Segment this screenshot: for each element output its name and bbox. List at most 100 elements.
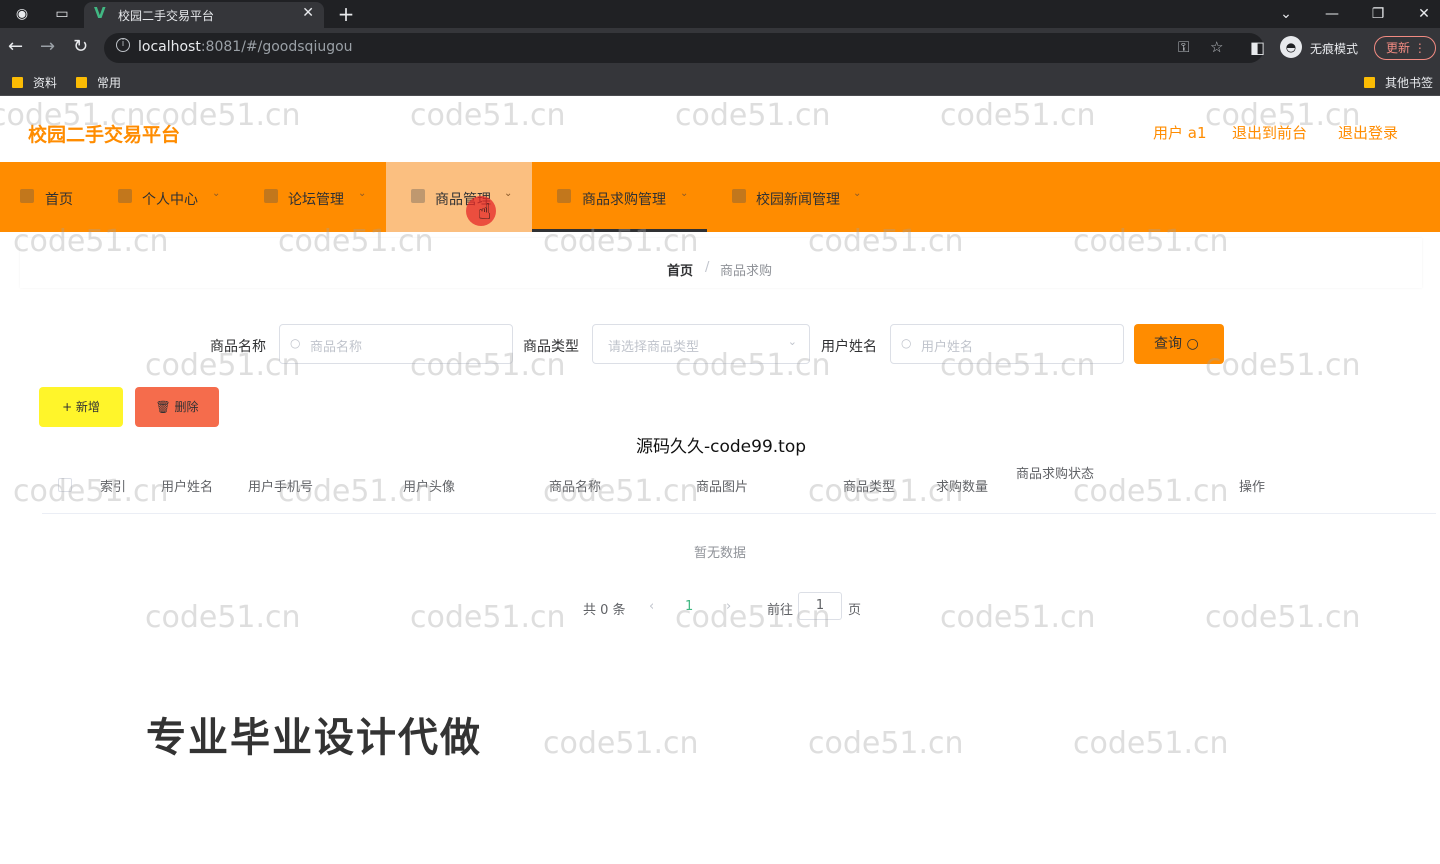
column-header-goods-image: 商品图片 [696,480,749,495]
column-header-index: 索引 [100,480,127,495]
sidebar-toggle-icon[interactable]: ◧ [1250,38,1265,57]
menu-item-purchase-request[interactable]: 商品求购管理 ⌄ [532,162,707,232]
new-tab-icon[interactable]: + [334,0,358,28]
column-header-user-phone: 用户手机号 [248,480,314,495]
select-all-checkbox[interactable] [58,478,72,492]
update-button[interactable]: 更新 ⋮ [1374,36,1436,60]
window-close-icon[interactable]: ✕ [1412,0,1436,28]
tab-list-icon[interactable]: ⌄ [1274,0,1298,28]
column-header-goods-name: 商品名称 [549,480,602,495]
browser-menu-icon[interactable]: ◉ [8,0,36,28]
bookmark-folder-ziliao[interactable]: 资料 [12,74,57,91]
pagination-page-suffix: 页 [848,603,862,618]
goods-type-select[interactable]: 请选择商品类型 ⌄ [592,324,810,364]
column-header-status: 商品求购状态 [1015,467,1094,482]
browser-toolbar: ← → ↻ i localhost:8081/#/goodsqiugou ⚿ ☆… [0,28,1440,68]
window-restore-icon[interactable]: ❐ [1366,0,1390,28]
bookmark-star-icon[interactable]: ☆ [1210,38,1223,56]
menu-label: 论坛管理 [288,192,344,208]
site-title: 校园二手交易平台 [28,124,181,146]
site-header: 校园二手交易平台 用户 a1 退出到前台 退出登录 [0,100,1440,162]
add-button[interactable]: + 新增 [39,387,123,427]
trash-icon: 🗑 [155,400,171,414]
menu-item-goods[interactable]: 商品管理 ⌄ [386,162,532,232]
goods-name-input[interactable]: ○ 商品名称 [279,324,513,364]
search-icon: ○ [290,336,301,350]
key-icon[interactable]: ⚿ [1178,38,1189,56]
search-button[interactable]: 查询 ○ [1134,324,1224,364]
empty-state: 暂无数据 [694,546,747,561]
menu-item-personal-center[interactable]: 个人中心 ⌄ [100,162,240,232]
delete-label: 删除 [174,400,199,414]
back-icon[interactable]: ← [8,36,23,57]
user-icon [118,189,132,203]
browser-tab-active[interactable]: V 校园二手交易平台 ✕ [84,2,324,28]
pagination-goto-label: 前往 [767,603,794,618]
pagination-prev[interactable]: ‹ [649,599,654,614]
address-bar[interactable]: i localhost:8081/#/goodsqiugou ⚿ ☆ [104,33,1264,63]
watermark: code51.cn [1073,726,1229,761]
menu-label: 校园新闻管理 [756,192,840,208]
breadcrumb-separator: / [705,260,710,275]
menu-item-forum[interactable]: 论坛管理 ⌄ [246,162,386,232]
user-name-input[interactable]: ○ 用户姓名 [890,324,1124,364]
breadcrumb-current: 商品求购 [720,264,773,279]
folder-icon [76,77,87,88]
bookmark-folder-changyong[interactable]: 常用 [76,74,121,91]
incognito-icon: ◓ [1280,36,1302,58]
pagination-goto-input[interactable]: 1 [798,592,842,620]
vue-favicon-icon: V [94,4,106,22]
menu-item-campus-news[interactable]: 校园新闻管理 ⌄ [707,162,877,232]
browser-tab-bar: ◉ ▭ V 校园二手交易平台 ✕ + ⌄ — ❐ ✕ [0,0,1440,28]
folder-icon [12,77,23,88]
window-minimize-icon[interactable]: — [1320,0,1344,28]
chevron-down-icon: ⌄ [358,188,367,199]
top-menu: 首页 个人中心 ⌄ 论坛管理 ⌄ 商品管理 ⌄ 商品求购管理 ⌄ 校园新闻管理 … [0,162,1440,232]
breadcrumb-home[interactable]: 首页 [667,260,693,279]
menu-label: 首页 [45,192,73,208]
pagination-total: 共 0 条 [583,603,626,618]
goods-name-label: 商品名称 [210,339,266,355]
home-icon [20,189,34,203]
chevron-down-icon: ⌄ [853,188,862,199]
column-header-goods-type: 商品类型 [843,480,896,495]
source-overlay-text: 源码久久-code99.top [636,437,807,457]
update-label: 更新 [1386,41,1411,55]
chevron-down-icon: ⌄ [680,188,689,199]
bookmark-folder-other[interactable]: 其他书签 [1364,74,1433,91]
folder-icon [1364,77,1375,88]
tab-search-icon[interactable]: ▭ [48,0,76,28]
current-user: 用户 a1 [1153,124,1207,142]
watermark: code51.cn [543,726,699,761]
pagination-page[interactable]: 1 [685,599,693,614]
address-url: localhost:8081/#/goodsqiugou [138,39,353,55]
column-header-quantity: 求购数量 [936,480,989,495]
tab-close-icon[interactable]: ✕ [302,5,314,21]
logout-link[interactable]: 退出登录 [1338,122,1398,143]
column-header-user-name: 用户姓名 [161,480,214,495]
select-placeholder: 请选择商品类型 [608,340,700,355]
search-button-label: 查询 [1154,336,1182,352]
tab-title: 校园二手交易平台 [118,9,215,23]
menu-item-home[interactable]: 首页 [0,162,90,232]
bookmarks-bar: 资料 常用 其他书签 [0,68,1440,96]
goods-icon [411,189,425,203]
pagination-next[interactable]: › [726,599,731,614]
forward-icon[interactable]: → [40,36,55,57]
chevron-down-icon: ⌄ [212,188,221,199]
delete-button[interactable]: 🗑 删除 [135,387,219,427]
pointer-cursor-icon: ☝ [478,200,492,225]
active-menu-underline [532,229,707,232]
column-header-actions: 操作 [1239,480,1266,495]
exit-to-front-link[interactable]: 退出到前台 [1232,122,1307,143]
promo-banner-text: 专业毕业设计代做 [146,715,482,761]
incognito-label: 无痕模式 [1310,42,1359,56]
watermark: code51.cn [808,726,964,761]
chevron-down-icon: ⌄ [787,335,797,348]
input-placeholder: 用户姓名 [921,340,974,355]
site-info-icon[interactable]: i [116,38,130,52]
forum-icon [264,189,278,203]
input-placeholder: 商品名称 [310,340,363,355]
reload-icon[interactable]: ↻ [73,36,88,57]
chevron-down-icon: ⌄ [504,188,513,199]
